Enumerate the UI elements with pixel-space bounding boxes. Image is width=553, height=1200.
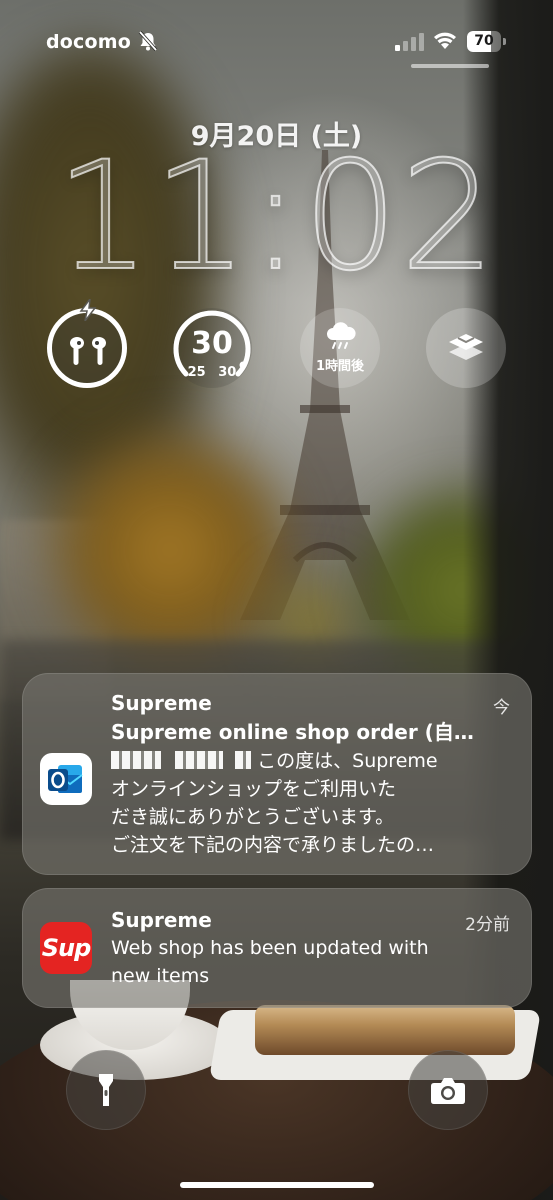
notification-time: 今 (493, 698, 510, 718)
notification-body-line-3: だき誠にありがとうございます。 (111, 806, 395, 828)
airpods-battery-widget[interactable] (47, 299, 127, 388)
cellular-signal-icon (395, 33, 424, 51)
notification-body: Web shop has been updated with new items (111, 934, 509, 990)
charging-bolt-icon (79, 299, 97, 321)
airpods-charging-icon (70, 337, 106, 365)
lock-screen-clock: 11:02 (54, 130, 498, 304)
redacted-name (235, 751, 252, 769)
redacted-name (111, 751, 161, 769)
shortcuts-widget[interactable] (426, 308, 506, 388)
rain-forecast-label: 1時間後 (315, 359, 365, 374)
current-temperature: 30 (191, 326, 233, 361)
camera-icon (431, 1078, 465, 1104)
carrier-name: docomo (46, 31, 132, 53)
outlook-icon (40, 753, 92, 805)
flashlight-icon (99, 1074, 113, 1106)
notification-body-line-2: new items (111, 965, 210, 987)
temperature-widget[interactable]: 30 25 30 (172, 308, 252, 388)
notification-body: この度は、Supreme オンラインショップをご利用いた だき誠にありがとうござ… (111, 747, 509, 859)
notification-time: 2分前 (465, 915, 510, 935)
battery-icon: 70 (467, 31, 507, 52)
notification-subtitle: Supreme online shop order (自… (111, 720, 474, 744)
battery-body: 70 (467, 31, 501, 52)
flashlight-button[interactable] (66, 1050, 146, 1130)
notification-body-line-2: オンラインショップをご利用いた (111, 778, 397, 800)
temperature-range: 25 30 (187, 365, 237, 380)
battery-nub (503, 38, 506, 45)
bell-slash-icon (138, 30, 158, 52)
rain-cloud-icon (327, 322, 356, 349)
home-indicator[interactable] (180, 1182, 374, 1188)
notification-body-line-1: この度は、Supreme (111, 747, 509, 775)
redacted-name (175, 751, 224, 769)
status-bar: docomo 70 (0, 0, 553, 84)
notification-card[interactable]: Sup Supreme 2分前 Web shop has been update… (22, 888, 532, 1008)
rain-forecast-widget[interactable]: 1時間後 (300, 308, 380, 388)
supreme-icon: Sup (40, 922, 92, 974)
shortcuts-icon (449, 334, 483, 360)
battery-percent: 70 (474, 33, 494, 49)
wallpaper-sandwich (255, 1005, 515, 1055)
supreme-logo-text: Sup (41, 934, 92, 962)
control-center-indicator[interactable] (411, 64, 489, 68)
notification-body-line-1: Web shop has been updated with (111, 937, 429, 959)
wifi-icon (434, 32, 456, 49)
notification-app-title: Supreme (111, 908, 212, 932)
notification-body-text: この度は、Supreme (257, 750, 438, 772)
notification-app-title: Supreme (111, 691, 212, 715)
notification-card[interactable]: Supreme 今 Supreme online shop order (自… … (22, 673, 532, 875)
notification-body-line-4: ご注文を下記の内容で承りましたの… (111, 834, 435, 856)
camera-button[interactable] (408, 1050, 488, 1130)
